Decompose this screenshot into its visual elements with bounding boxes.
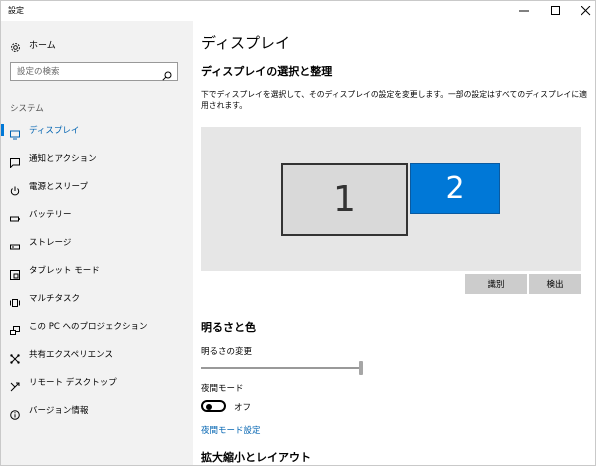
toggle-knob: [206, 404, 212, 410]
page-title: ディスプレイ: [201, 34, 290, 52]
sidebar-item-home[interactable]: ホーム: [1, 34, 193, 54]
maximize-button[interactable]: [542, 1, 570, 21]
monitor-2[interactable]: 2: [410, 163, 500, 214]
night-mode-state: オフ: [234, 403, 252, 413]
section-label-system: システム: [10, 104, 44, 114]
sidebar-nav: ディスプレイ 通知とアクション 電源とスリープ バッテリー ストレージ タブレッ…: [1, 116, 193, 424]
sidebar-item-label: ストレージ: [29, 238, 72, 248]
brightness-slider-track[interactable]: [201, 367, 362, 369]
settings-window: 設定 ホーム システム ディスプレイ: [0, 0, 596, 466]
section-title-arrange: ディスプレイの選択と整理: [201, 65, 333, 78]
monitor-1[interactable]: 1: [281, 163, 408, 236]
sidebar-item-label: バージョン情報: [29, 406, 89, 416]
sidebar-item-label: 共有エクスペリエンス: [29, 350, 113, 360]
night-mode-settings-link[interactable]: 夜間モード設定: [201, 424, 261, 436]
sidebar-item-display[interactable]: ディスプレイ: [1, 116, 193, 144]
close-button[interactable]: [572, 1, 596, 21]
sidebar-item-about[interactable]: バージョン情報: [1, 396, 193, 424]
sidebar-item-remote-desktop[interactable]: リモート デスクトップ: [1, 368, 193, 396]
sidebar-item-label: 通知とアクション: [29, 154, 97, 164]
close-icon: [581, 6, 591, 16]
sidebar-item-notifications[interactable]: 通知とアクション: [1, 144, 193, 172]
sidebar-item-power[interactable]: 電源とスリープ: [1, 172, 193, 200]
detect-button[interactable]: 検出: [529, 274, 581, 294]
info-icon: [10, 405, 20, 424]
sidebar-item-projection[interactable]: この PC へのプロジェクション: [1, 312, 193, 340]
shared-icon: [10, 349, 20, 368]
description-text: 下でディスプレイを選択して、そのディスプレイの設定を変更します。一部の設定はすべ…: [201, 90, 587, 110]
sidebar-item-label: この PC へのプロジェクション: [29, 322, 148, 332]
sidebar: ホーム システム ディスプレイ 通知とアクション 電源とスリープ: [1, 21, 193, 465]
identify-button[interactable]: 識別: [465, 274, 527, 294]
maximize-icon: [551, 6, 560, 15]
projection-icon: [10, 321, 20, 340]
sidebar-item-label: 電源とスリープ: [29, 182, 88, 192]
search-icon[interactable]: [162, 66, 172, 85]
search-box: [10, 62, 178, 81]
sidebar-item-shared-experiences[interactable]: 共有エクスペリエンス: [1, 340, 193, 368]
section-title-scale: 拡大縮小とレイアウト: [201, 451, 311, 464]
sidebar-item-label: タブレット モード: [29, 266, 100, 276]
notification-icon: [10, 153, 20, 172]
search-input[interactable]: [11, 63, 157, 80]
sidebar-item-label: リモート デスクトップ: [29, 378, 117, 388]
brightness-label: 明るさの変更: [201, 347, 253, 357]
section-title-brightness: 明るさと色: [201, 321, 256, 334]
minimize-icon: [519, 10, 529, 12]
sidebar-item-tablet-mode[interactable]: タブレット モード: [1, 256, 193, 284]
sidebar-item-label: マルチタスク: [29, 294, 81, 304]
main-content: ディスプレイ ディスプレイの選択と整理 下でディスプレイを選択して、そのディスプ…: [193, 21, 595, 465]
power-icon: [10, 181, 20, 200]
sidebar-item-battery[interactable]: バッテリー: [1, 200, 193, 228]
storage-icon: [10, 237, 20, 256]
sidebar-item-storage[interactable]: ストレージ: [1, 228, 193, 256]
monitor-icon: [10, 125, 20, 144]
sidebar-item-label: ホーム: [29, 41, 56, 51]
tablet-icon: [10, 265, 20, 284]
minimize-button[interactable]: [510, 1, 538, 21]
brightness-slider-thumb[interactable]: [359, 361, 363, 375]
night-mode-toggle[interactable]: [201, 400, 226, 412]
multitask-icon: [10, 293, 20, 312]
battery-icon: [10, 209, 20, 228]
sidebar-item-label: ディスプレイ: [29, 126, 80, 136]
active-indicator: [1, 124, 4, 136]
sidebar-item-multitasking[interactable]: マルチタスク: [1, 284, 193, 312]
sidebar-item-label: バッテリー: [29, 210, 72, 220]
remote-desktop-icon: [10, 377, 20, 396]
gear-icon: [10, 38, 21, 57]
title-bar: 設定: [1, 1, 595, 21]
night-mode-label: 夜間モード: [201, 384, 244, 394]
display-arrangement-area: 1 2: [201, 127, 581, 271]
window-title: 設定: [8, 6, 24, 15]
